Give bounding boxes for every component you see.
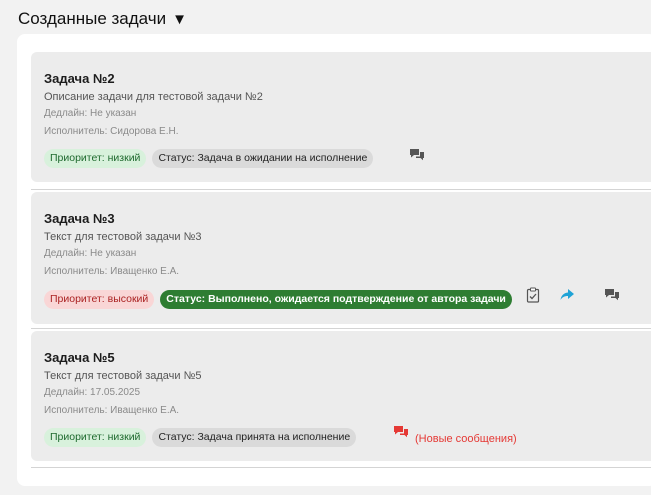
tasks-panel: Задача №2 Описание задачи для тестовой з… [17,34,651,486]
divider [31,467,651,468]
task-deadline: Дедлайн: 17.05.2025 [44,387,141,398]
task-deadline: Дедлайн: Не указан [44,248,137,259]
priority-badge: Приоритет: низкий [44,428,147,447]
priority-badge: Приоритет: низкий [44,149,147,168]
new-messages-link[interactable]: (Новые сообщения) [415,433,517,445]
return-arrow-icon[interactable] [559,287,575,303]
task-description: Текст для тестовой задачи №5 [44,370,202,382]
status-badge: Статус: Задача в ожидании на исполнение [152,149,374,168]
section-header-created-tasks[interactable]: Созданные задачи ▼ [18,9,187,29]
clipboard-check-icon[interactable] [525,287,541,303]
chat-icon[interactable] [409,147,425,163]
task-description: Описание задачи для тестовой задачи №2 [44,91,263,103]
task-card[interactable]: Задача №3 Текст для тестовой задачи №3 Д… [31,192,651,324]
task-assignee: Исполнитель: Иващенко Е.А. [44,405,180,416]
task-assignee: Исполнитель: Иващенко Е.А. [44,266,180,277]
task-title: Задача №3 [44,211,115,226]
task-card[interactable]: Задача №5 Текст для тестовой задачи №5 Д… [31,331,651,461]
task-deadline: Дедлайн: Не указан [44,108,137,119]
caret-down-icon: ▼ [172,10,187,28]
task-title: Задача №2 [44,71,115,86]
divider [31,328,651,329]
task-card[interactable]: Задача №2 Описание задачи для тестовой з… [31,52,651,182]
chat-icon[interactable] [604,287,620,303]
task-description: Текст для тестовой задачи №3 [44,231,202,243]
priority-badge: Приоритет: высокий [44,290,155,309]
task-assignee: Исполнитель: Сидорова Е.Н. [44,126,179,137]
status-badge: Статус: Выполнено, ожидается подтвержден… [160,290,512,309]
task-title: Задача №5 [44,350,115,365]
divider [31,189,651,190]
chat-new-messages-icon[interactable] [393,424,409,440]
section-title: Созданные задачи [18,9,167,28]
status-badge: Статус: Задача принята на исполнение [152,428,357,447]
